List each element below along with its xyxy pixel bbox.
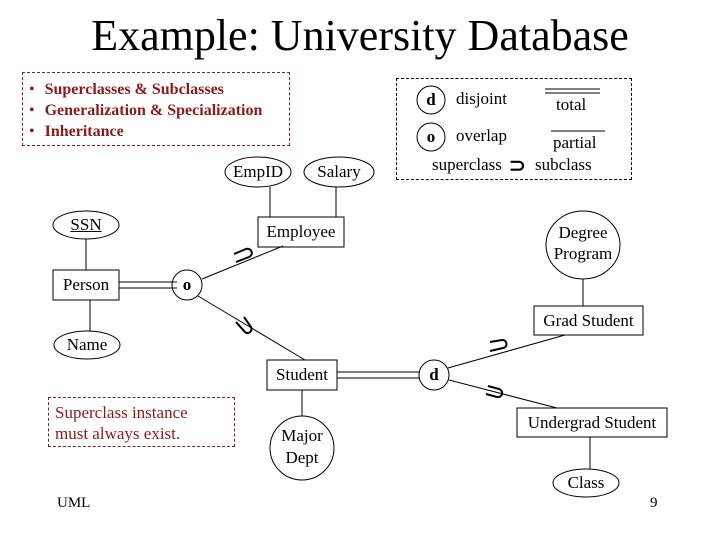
majordept-attribute-line2: Dept	[285, 448, 319, 467]
legend-overlap-label: overlap	[456, 126, 507, 145]
page-number: 9	[650, 495, 658, 511]
subset-marker-grad	[489, 339, 508, 352]
legend-disjoint-label: disjoint	[456, 89, 508, 108]
er-diagram	[52, 85, 668, 498]
legend-partial-label: partial	[553, 133, 597, 152]
degreeprogram-attribute-line2: Program	[553, 244, 613, 263]
student-specialization-symbol: d	[429, 365, 439, 384]
footer-left-label: UML	[57, 495, 91, 511]
class-attribute: Class	[567, 473, 605, 492]
empid-attribute: EmpID	[232, 162, 284, 181]
majordept-attribute-line1: Major	[281, 426, 323, 445]
undergrad-student-entity: Undergrad Student	[527, 413, 657, 432]
person-specialization-symbol: o	[182, 275, 192, 294]
ssn-attribute: SSN	[70, 215, 102, 234]
salary-attribute: Salary	[317, 162, 361, 181]
legend-overlap-symbol: o	[426, 127, 436, 146]
legend-total-label: total	[556, 95, 587, 114]
name-attribute: Name	[66, 335, 108, 354]
legend-subclass-label: subclass	[535, 155, 592, 174]
legend-disjoint-symbol: d	[426, 90, 436, 109]
person-entity: Person	[62, 275, 110, 294]
subset-icon: ⊃	[509, 155, 526, 177]
degreeprogram-attribute-line1: Degree	[558, 223, 608, 242]
legend-superclass-label: superclass	[432, 155, 502, 174]
employee-entity: Employee	[266, 222, 336, 241]
student-entity: Student	[276, 365, 328, 384]
grad-student-entity: Grad Student	[543, 311, 634, 330]
subset-marker-student	[235, 316, 253, 334]
